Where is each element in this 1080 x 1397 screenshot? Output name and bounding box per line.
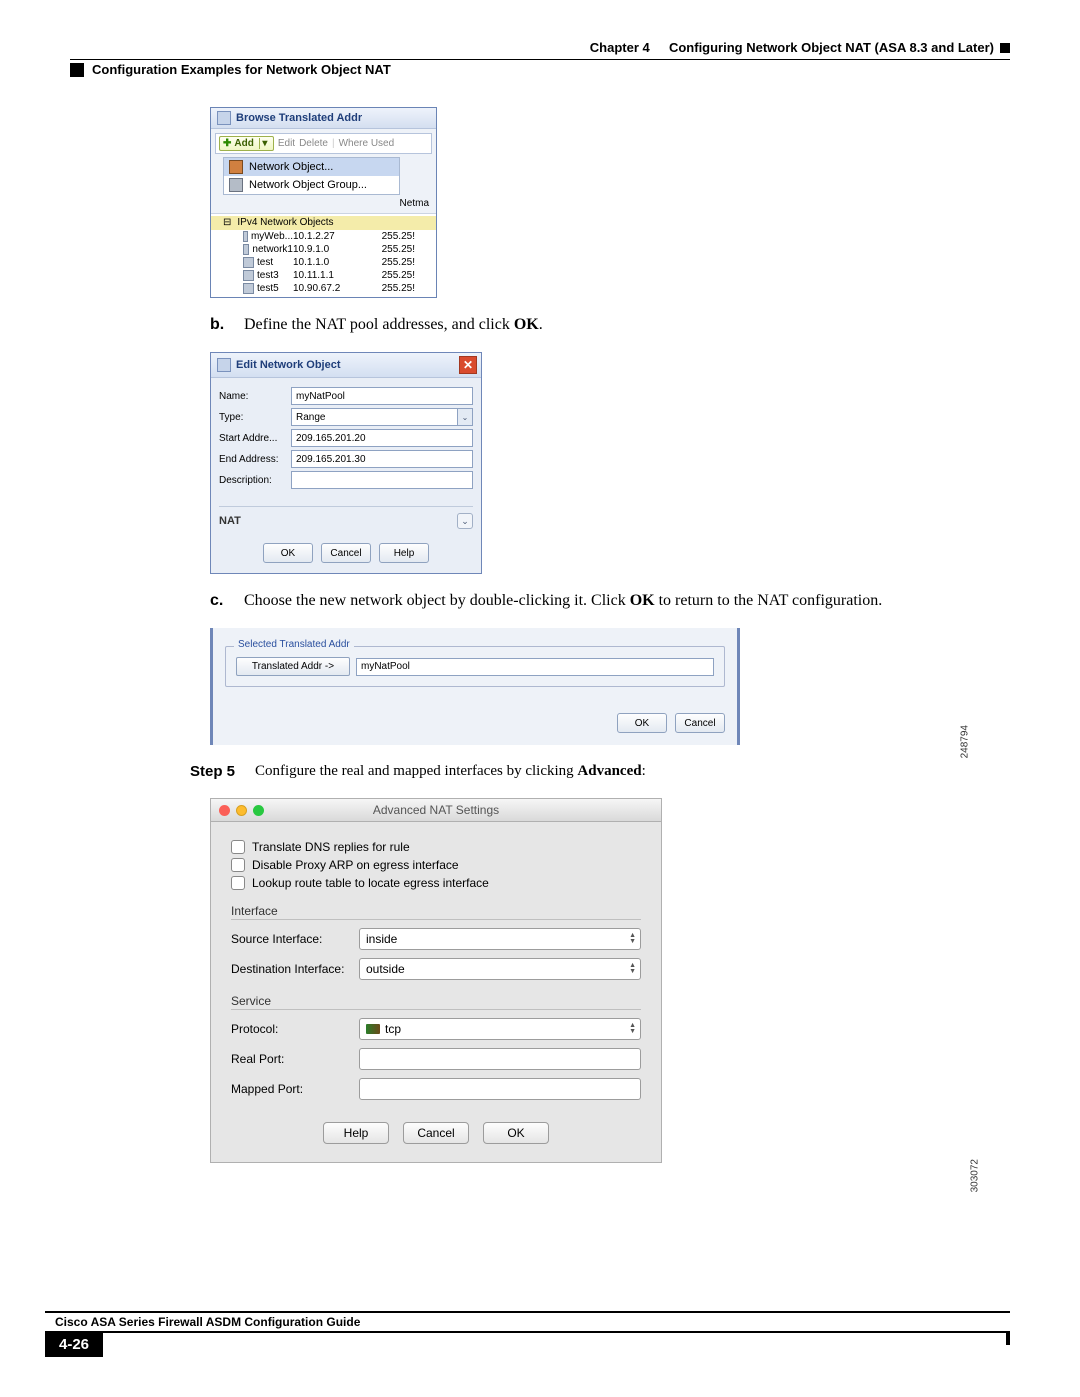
footer-end-mark [1006,1332,1010,1345]
tree-row[interactable]: test5 10.90.67.2 255.25! [211,282,436,295]
dialog-title: Edit Network Object [236,359,341,371]
checkbox-icon [231,840,245,854]
type-label: Type: [219,412,291,423]
browse-window-title: Browse Translated Addr [236,112,362,124]
mapped-port-label: Mapped Port: [231,1082,359,1096]
network-object-icon [229,160,243,174]
help-button[interactable]: Help [323,1122,389,1144]
chapter-title: Configuring Network Object NAT (ASA 8.3 … [669,40,994,55]
checkbox-icon [231,858,245,872]
protocol-label: Protocol: [231,1022,359,1036]
network-object-group-icon [229,178,243,192]
name-label: Name: [219,391,291,402]
translate-dns-checkbox[interactable]: Translate DNS replies for rule [231,840,641,854]
page-number: 4-26 [45,1332,103,1357]
col-netmask: Netma [400,198,429,209]
cancel-button[interactable]: Cancel [321,543,371,563]
add-dropdown-menu: Network Object... Network Object Group..… [223,157,400,195]
name-input[interactable]: myNatPool [291,387,473,405]
browse-window-titlebar: Browse Translated Addr [211,108,436,129]
real-port-input[interactable] [359,1048,641,1070]
lookup-route-checkbox[interactable]: Lookup route table to locate egress inte… [231,876,641,890]
translated-addr-button[interactable]: Translated Addr -> [236,657,350,676]
description-input[interactable] [291,471,473,489]
end-address-input[interactable]: 209.165.201.30 [291,450,473,468]
window-icon [217,111,231,125]
add-dropdown-icon[interactable]: ▾ [259,138,270,149]
window-icon [217,358,231,372]
menu-network-object-group[interactable]: Network Object Group... [224,176,399,194]
updown-icon: ▲▼ [629,1019,636,1039]
end-address-label: End Address: [219,454,291,465]
add-button[interactable]: ✚ Add ▾ [219,136,274,151]
edit-button[interactable]: Edit [278,138,295,149]
step-5: Step 5 Configure the real and mapped int… [190,763,1010,780]
selected-translated-addr-panel: Selected Translated Addr Translated Addr… [210,628,740,745]
instruction-b: b. Define the NAT pool addresses, and cl… [210,316,990,334]
service-section-header: Service [231,994,641,1010]
source-interface-label: Source Interface: [231,932,359,946]
destination-interface-label: Destination Interface: [231,962,359,976]
interface-section-header: Interface [231,904,641,920]
protocol-select[interactable]: tcp ▲▼ [359,1018,641,1040]
object-icon [243,257,254,268]
cancel-button[interactable]: Cancel [403,1122,469,1144]
collapse-icon[interactable]: ⌄ [457,513,473,529]
edit-network-object-dialog: Edit Network Object ✕ Name: myNatPool Ty… [210,352,482,574]
page-footer: Cisco ASA Series Firewall ASDM Configura… [45,1311,1010,1357]
source-interface-select[interactable]: inside ▲▼ [359,928,641,950]
object-icon [243,244,249,255]
dialog-title: Advanced NAT Settings [211,803,661,817]
ok-button[interactable]: OK [483,1122,549,1144]
cancel-button[interactable]: Cancel [675,713,725,733]
browse-translated-addr-window: Browse Translated Addr ✚ Add ▾ Edit Dele… [210,107,437,298]
nat-section-label: NAT [219,515,241,527]
where-used-button[interactable]: Where Used [339,138,395,149]
plus-icon: ✚ [223,138,231,149]
tree-row[interactable]: myWeb... 10.1.2.27 255.25! [211,230,436,243]
help-button[interactable]: Help [379,543,429,563]
disable-proxy-arp-checkbox[interactable]: Disable Proxy ARP on egress interface [231,858,641,872]
checkbox-icon [231,876,245,890]
header-rule [70,59,1010,60]
footer-book-title: Cisco ASA Series Firewall ASDM Configura… [45,1311,1010,1332]
ok-button[interactable]: OK [617,713,667,733]
destination-interface-select[interactable]: outside ▲▼ [359,958,641,980]
group-legend: Selected Translated Addr [234,639,354,650]
instruction-c: c. Choose the new network object by doub… [210,592,990,610]
start-address-label: Start Addre... [219,433,291,444]
tree-row[interactable]: test3 10.11.1.1 255.25! [211,269,436,282]
close-button[interactable]: ✕ [459,356,477,374]
object-icon [243,283,254,294]
start-address-input[interactable]: 209.165.201.20 [291,429,473,447]
updown-icon: ▲▼ [629,959,636,979]
updown-icon: ▲▼ [629,929,636,949]
section-mark [70,63,84,77]
page-header: Chapter 4 Configuring Network Object NAT… [70,40,1010,55]
chapter-label: Chapter 4 [590,40,650,55]
section-title: Configuration Examples for Network Objec… [92,62,391,77]
description-label: Description: [219,475,291,486]
type-select[interactable]: Range ⌄ [291,408,473,426]
tree-row[interactable]: network1 10.9.1.0 255.25! [211,243,436,256]
delete-button[interactable]: Delete [299,138,328,149]
figure-id-label: 303072 [969,1159,980,1192]
mapped-port-input[interactable] [359,1078,641,1100]
header-end-mark [1000,43,1010,53]
chevron-down-icon: ⌄ [457,409,472,425]
object-icon [243,231,248,242]
object-icon [243,270,254,281]
translated-addr-value[interactable]: myNatPool [356,658,714,676]
figure-id-label: 248794 [959,725,970,758]
tcp-icon [366,1024,380,1034]
tree-category[interactable]: ⊟ IPv4 Network Objects [211,216,436,230]
real-port-label: Real Port: [231,1052,359,1066]
tree-row[interactable]: test 10.1.1.0 255.25! [211,256,436,269]
advanced-nat-settings-dialog: Advanced NAT Settings Translate DNS repl… [210,798,662,1163]
menu-network-object[interactable]: Network Object... [224,158,399,176]
ok-button[interactable]: OK [263,543,313,563]
